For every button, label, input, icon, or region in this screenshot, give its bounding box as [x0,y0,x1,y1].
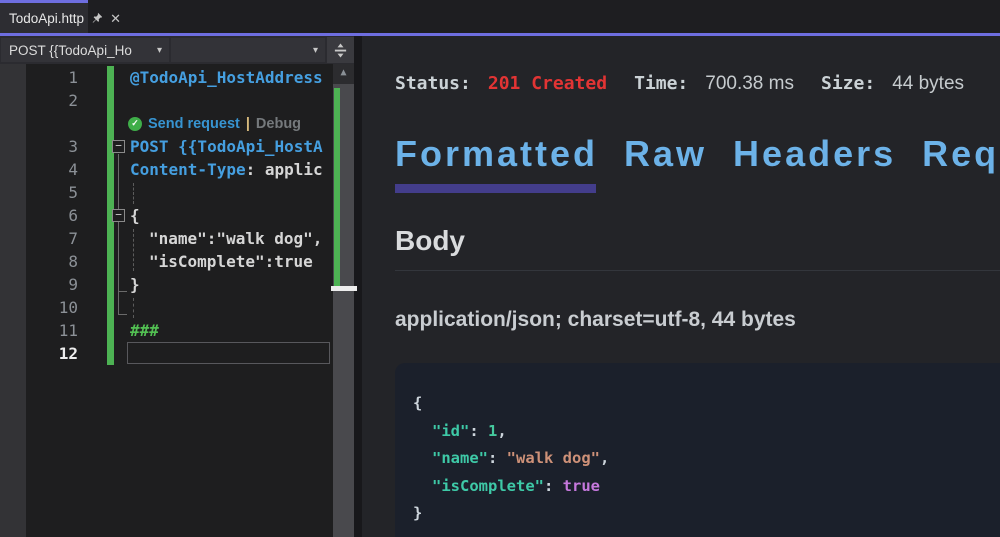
check-circle-icon: ✓ [128,117,142,131]
line-number: 11 [0,319,78,342]
current-line-indicator [127,342,330,364]
code-text: POST {{TodoApi_HostA [130,135,323,158]
json-line: { [413,390,1000,418]
response-pane: Status: 201 Created Time: 700.38 ms Size… [362,36,1000,537]
code-text: } [130,273,140,296]
editor-line: 8 "isComplete":true [0,250,330,273]
json-string: "walk dog" [507,449,600,467]
request-selector-value: POST {{TodoApi_Ho [9,43,132,58]
json-line: "isComplete": true [413,473,1000,501]
code-text: ### [130,319,159,342]
size-label: Size: [821,73,875,94]
scroll-up-icon[interactable]: ▲ [333,67,354,78]
editor-line: 9 } [0,273,330,296]
tab-strip: TodoApi.http ✕ [0,0,1000,33]
json-key: "name" [432,449,488,467]
response-tabs: Formatted Raw Headers Request [395,133,1000,188]
time-label: Time: [634,73,688,94]
editor-line: 3 − POST {{TodoApi_HostA [0,135,330,158]
line-number: 4 [0,158,78,181]
line-number: 10 [0,296,78,319]
send-request-link[interactable]: Send request [148,116,240,132]
chevron-down-icon: ▾ [157,45,162,56]
split-view-button[interactable] [327,37,354,63]
json-boolean: true [563,477,600,495]
content-type-summary: application/json; charset=utf-8, 44 byte… [395,308,796,332]
tab-request[interactable]: Request [922,133,1000,188]
chevron-down-icon: ▾ [313,45,318,56]
header-name: Content-Type [130,160,246,179]
editor-scrollbar[interactable]: ▲ [333,64,354,537]
scrollbar-change-marks [334,88,340,287]
environment-selector-dropdown[interactable]: ▾ [171,38,325,62]
line-number: 7 [0,227,78,250]
line-number: 1 [0,66,78,89]
line-number: 8 [0,250,78,273]
status-value: 201 Created [488,73,607,94]
json-number: 1 [488,422,497,440]
editor-line: 11 ### [0,319,330,342]
line-number: 5 [0,181,78,204]
status-label: Status: [395,73,471,94]
editor-line: 5 [0,181,330,204]
header-value: : applic [246,160,323,179]
code-text: "name":"walk dog", [149,227,322,250]
json-line: "id": 1, [413,418,1000,446]
close-icon[interactable]: ✕ [110,12,121,25]
line-number-current: 12 [0,342,78,365]
response-status-row: Status: 201 Created Time: 700.38 ms Size… [395,73,964,95]
pin-icon[interactable] [91,12,103,24]
line-number: 9 [0,273,78,296]
code-text: @TodoApi_HostAddress [130,66,323,89]
scrollbar-caret-marker [331,286,357,291]
line-number: 2 [0,89,78,112]
debug-link[interactable]: Debug [256,116,301,132]
body-heading: Body [395,225,465,257]
request-selector-dropdown[interactable]: POST {{TodoApi_Ho ▾ [1,38,169,62]
split-view-icon [333,43,348,58]
tab-title: TodoApi.http [9,11,84,26]
tab-todoapi-http[interactable]: TodoApi.http ✕ [0,0,88,33]
line-number: 6 [0,204,78,227]
editor-line: 2 [0,89,330,112]
editor-line: 4 Content-Type: applic [0,158,330,181]
http-editor-toolbar: POST {{TodoApi_Ho ▾ ▾ [0,36,354,64]
json-line: "name": "walk dog", [413,445,1000,473]
time-value: 700.38 ms [705,73,794,95]
editor-line: 7 "name":"walk dog", [0,227,330,250]
editor-line: 6 − { [0,204,330,227]
tab-headers[interactable]: Headers [733,133,896,188]
tab-formatted[interactable]: Formatted [395,133,598,188]
code-text: { [130,204,140,227]
section-divider [395,270,1000,271]
response-body-json[interactable]: { "id": 1, "name": "walk dog", "isComple… [395,363,1000,537]
codelens-separator: | [246,116,250,132]
editor-line: 1 @TodoApi_HostAddress [0,66,330,89]
json-line: } [413,500,1000,528]
http-file-editor[interactable]: 1 @TodoApi_HostAddress 2 ✓ Send request … [0,64,354,537]
code-text: "isComplete":true [149,250,313,273]
tab-raw[interactable]: Raw [624,133,707,188]
fold-collapse-icon[interactable]: − [112,209,125,222]
line-number: 3 [0,135,78,158]
json-key: "id" [432,422,469,440]
size-value: 44 bytes [892,73,964,95]
codelens-row: ✓ Send request | Debug [0,112,330,135]
fold-collapse-icon[interactable]: − [112,140,125,153]
json-key: "isComplete" [432,477,544,495]
editor-line: 10 [0,296,330,319]
